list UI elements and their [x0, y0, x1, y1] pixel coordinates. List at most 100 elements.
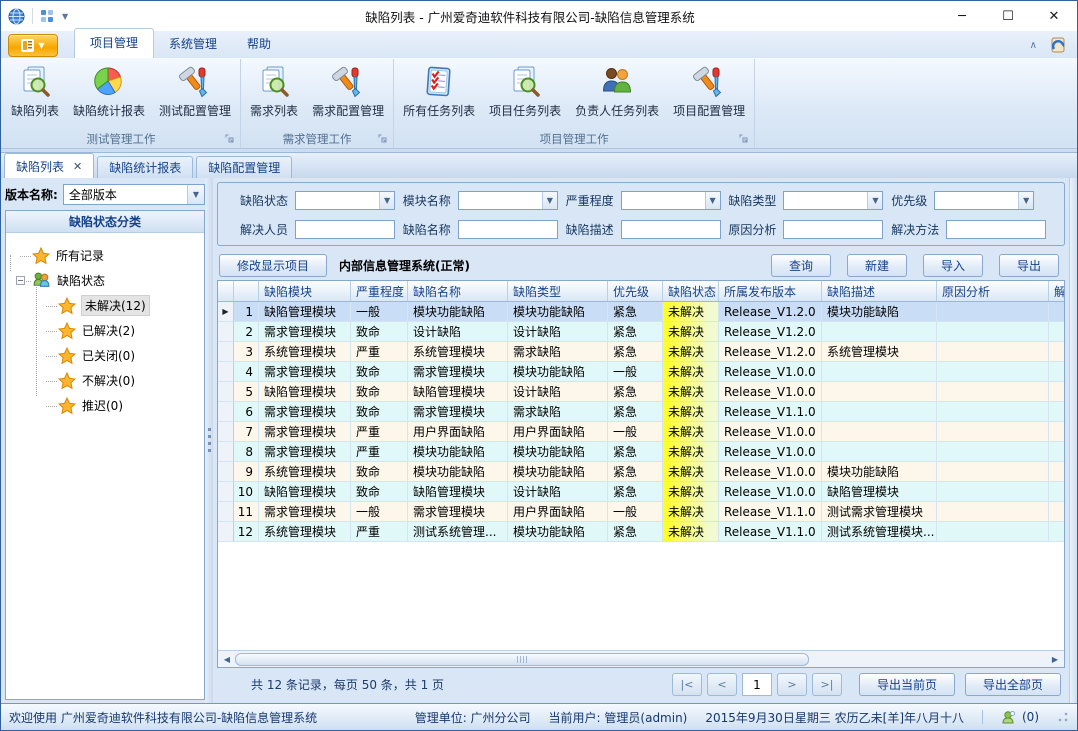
grid-column-header-缺陷类型[interactable]: 缺陷类型	[508, 281, 608, 301]
filter-input-解决方法[interactable]	[946, 220, 1046, 239]
table-row[interactable]: 7需求管理模块严重用户界面缺陷用户界面缺陷一般未解决Release_V1.0.0	[218, 422, 1064, 442]
filter-input-缺陷名称[interactable]	[458, 220, 558, 239]
tree-item-所有记录[interactable]: 所有记录	[16, 243, 200, 268]
table-row[interactable]: 11需求管理模块一般需求管理模块用户界面缺陷一般未解决Release_V1.1.…	[218, 502, 1064, 522]
ribbon-tab-系统管理[interactable]: 系统管理	[154, 30, 232, 58]
new-button[interactable]: 新建	[847, 254, 907, 277]
table-row[interactable]: 4需求管理模块致命需求管理模块模块功能缺陷一般未解决Release_V1.0.0	[218, 362, 1064, 382]
combo-arrow-icon[interactable]: ▼	[1018, 192, 1033, 209]
document-tab-缺陷配置管理[interactable]: 缺陷配置管理	[196, 156, 292, 178]
filter-label: 严重程度	[566, 192, 614, 209]
query-button[interactable]: 查询	[771, 254, 831, 277]
import-button[interactable]: 导入	[923, 254, 983, 277]
tree-item-推迟(0)[interactable]: 推迟(0)	[16, 393, 200, 418]
style-switch-icon[interactable]	[1049, 37, 1067, 53]
tree-item-缺陷状态[interactable]: −缺陷状态	[16, 268, 200, 293]
grid-vertical-scrollbar[interactable]	[1069, 178, 1077, 703]
table-row[interactable]: 12系统管理模块严重测试系统管理...模块功能缺陷紧急未解决Release_V1…	[218, 522, 1064, 542]
ribbon-tab-帮助[interactable]: 帮助	[232, 30, 286, 58]
filter-input-缺陷描述[interactable]	[621, 220, 721, 239]
ribbon-button-所有任务列表[interactable]: 所有任务列表	[396, 62, 482, 122]
quick-access-caret-icon[interactable]: ▼	[62, 12, 68, 21]
grid-column-header-原因分析[interactable]: 原因分析	[937, 281, 1049, 301]
ribbon-button-项目配置管理[interactable]: 项目配置管理	[666, 62, 752, 122]
close-button[interactable]: ✕	[1031, 1, 1077, 31]
next-page-button[interactable]: >	[777, 673, 807, 696]
filter-input-解决人员[interactable]	[295, 220, 395, 239]
version-combobox[interactable]: 全部版本 ▼	[63, 184, 205, 205]
cell-严重程度: 一般	[351, 302, 408, 322]
sidebar-splitter[interactable]	[205, 178, 213, 703]
table-row[interactable]: 3系统管理模块严重系统管理模块需求缺陷紧急未解决Release_V1.2.0系统…	[218, 342, 1064, 362]
document-tab-缺陷列表[interactable]: 缺陷列表✕	[4, 153, 94, 178]
table-row[interactable]: 10缺陷管理模块致命缺陷管理模块设计缺陷紧急未解决Release_V1.0.0缺…	[218, 482, 1064, 502]
minimize-button[interactable]: ─	[939, 1, 985, 31]
filter-select-模块名称[interactable]: ▼	[458, 191, 558, 210]
ribbon-button-需求列表[interactable]: 需求列表	[243, 62, 305, 122]
grid-column-header-缺陷名称[interactable]: 缺陷名称	[408, 281, 508, 301]
grid-column-header-所属发布版本[interactable]: 所属发布版本	[719, 281, 822, 301]
current-user-text: 当前用户: 管理员(admin)	[549, 709, 688, 726]
table-row[interactable]: 2需求管理模块致命设计缺陷设计缺陷紧急未解决Release_V1.2.0	[218, 322, 1064, 342]
ribbon-button-需求配置管理[interactable]: 需求配置管理	[305, 62, 391, 122]
grid-horizontal-scrollbar[interactable]: ◀ ▶	[218, 650, 1064, 667]
ribbon-button-负责人任务列表[interactable]: 负责人任务列表	[568, 62, 666, 122]
combo-arrow-icon[interactable]: ▼	[867, 192, 882, 209]
table-row[interactable]: ▶1缺陷管理模块一般模块功能缺陷模块功能缺陷紧急未解决Release_V1.2.…	[218, 302, 1064, 322]
scrollbar-thumb[interactable]	[235, 653, 809, 666]
dialog-launcher-icon[interactable]	[739, 134, 749, 144]
table-row[interactable]: 6需求管理模块致命需求管理模块需求缺陷紧急未解决Release_V1.1.0	[218, 402, 1064, 422]
dialog-launcher-icon[interactable]	[378, 134, 388, 144]
maximize-button[interactable]: ☐	[985, 1, 1031, 31]
tab-close-icon[interactable]: ✕	[73, 160, 82, 173]
export-current-page-button[interactable]: 导出当前页	[859, 673, 955, 696]
ribbon-button-测试配置管理[interactable]: 测试配置管理	[152, 62, 238, 122]
filter-select-缺陷状态[interactable]: ▼	[295, 191, 395, 210]
ribbon-tab-项目管理[interactable]: 项目管理	[74, 28, 154, 58]
combo-arrow-icon[interactable]: ▼	[187, 185, 204, 204]
page-number-input[interactable]	[742, 673, 772, 696]
table-row[interactable]: 8需求管理模块严重模块功能缺陷模块功能缺陷紧急未解决Release_V1.0.0	[218, 442, 1064, 462]
tree-item-已关闭(0)[interactable]: 已关闭(0)	[16, 343, 200, 368]
first-page-button[interactable]: |<	[672, 673, 702, 696]
grid-column-header-缺陷状态[interactable]: 缺陷状态	[663, 281, 719, 301]
filter-select-严重程度[interactable]: ▼	[621, 191, 721, 210]
filter-field-模块名称: 模块名称▼	[403, 191, 566, 210]
combo-arrow-icon[interactable]: ▼	[705, 192, 720, 209]
table-row[interactable]: 9系统管理模块致命模块功能缺陷模块功能缺陷紧急未解决Release_V1.0.0…	[218, 462, 1064, 482]
scroll-left-icon[interactable]: ◀	[219, 652, 235, 667]
tree-collapse-icon[interactable]: −	[16, 276, 25, 285]
app-logo-icon[interactable]	[8, 8, 25, 25]
table-row[interactable]: 5缺陷管理模块致命缺陷管理模块设计缺陷紧急未解决Release_V1.0.0	[218, 382, 1064, 402]
filter-select-缺陷类型[interactable]: ▼	[783, 191, 883, 210]
grid-column-header-缺陷模块[interactable]: 缺陷模块	[259, 281, 351, 301]
combo-arrow-icon[interactable]: ▼	[379, 192, 394, 209]
modify-columns-button[interactable]: 修改显示项目	[219, 254, 327, 277]
ribbon-button-项目任务列表[interactable]: 项目任务列表	[482, 62, 568, 122]
resize-grip[interactable]	[1057, 711, 1069, 723]
grid-column-header-严重程度[interactable]: 严重程度	[351, 281, 408, 301]
ribbon-button-缺陷统计报表[interactable]: 缺陷统计报表	[66, 62, 152, 122]
tree-item-已解决(2)[interactable]: 已解决(2)	[16, 318, 200, 343]
messages-user-icon[interactable]	[1001, 710, 1016, 725]
grid-column-header-缺陷描述[interactable]: 缺陷描述	[822, 281, 937, 301]
grid-column-header-解决方法[interactable]: 解决方法	[1049, 281, 1065, 301]
filter-input-原因分析[interactable]	[783, 220, 883, 239]
document-tab-缺陷统计报表[interactable]: 缺陷统计报表	[97, 156, 193, 178]
collapse-ribbon-icon[interactable]: ∧	[1030, 40, 1037, 51]
tools-icon	[331, 65, 365, 99]
filter-select-优先级[interactable]: ▼	[934, 191, 1034, 210]
ribbon-button-缺陷列表[interactable]: 缺陷列表	[4, 62, 66, 122]
last-page-button[interactable]: >|	[812, 673, 842, 696]
tree-item-未解决(12)[interactable]: 未解决(12)	[16, 293, 200, 318]
grid-column-header-优先级[interactable]: 优先级	[608, 281, 663, 301]
dialog-launcher-icon[interactable]	[225, 134, 235, 144]
scroll-right-icon[interactable]: ▶	[1047, 652, 1063, 667]
export-all-pages-button[interactable]: 导出全部页	[965, 673, 1061, 696]
prev-page-button[interactable]: <	[707, 673, 737, 696]
application-menu-button[interactable]: ▼	[8, 34, 58, 57]
export-button[interactable]: 导出	[999, 254, 1059, 277]
tree-item-不解决(0)[interactable]: 不解决(0)	[16, 368, 200, 393]
combo-arrow-icon[interactable]: ▼	[542, 192, 557, 209]
quick-access-layout-icon[interactable]	[40, 9, 55, 23]
